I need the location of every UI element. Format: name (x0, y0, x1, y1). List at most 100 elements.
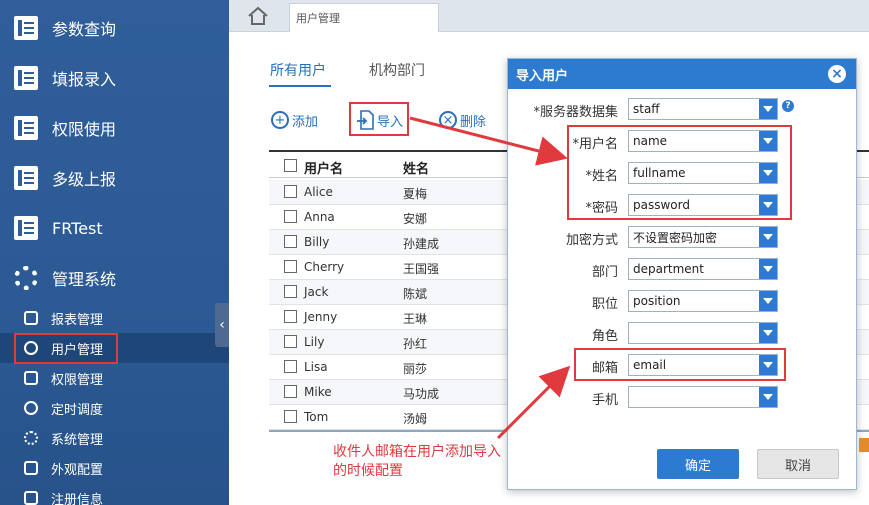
delete-label: 删除 (460, 114, 487, 130)
chevron-down-icon[interactable] (759, 259, 777, 279)
cell-fullname: 汤姆 (403, 412, 428, 426)
cell-username: Mike (304, 385, 332, 399)
field-label: 加密方式 (565, 233, 618, 248)
confirm-button[interactable]: 确定 (657, 449, 739, 479)
close-icon[interactable]: × (828, 65, 846, 83)
delete-button[interactable]: × 删除 (439, 110, 486, 130)
row-checkbox[interactable] (284, 310, 297, 323)
cancel-button[interactable]: 取消 (757, 449, 839, 479)
row-checkbox[interactable] (284, 385, 297, 398)
chevron-down-icon[interactable] (759, 227, 777, 247)
cell-username: Tom (304, 410, 329, 424)
sidebar-subitem-registration[interactable]: 注册信息 (0, 483, 229, 505)
home-tab[interactable] (229, 0, 286, 32)
sidebar-item-frtest[interactable]: FRTest (0, 203, 229, 253)
sidebar-item-label: 参数查询 (52, 20, 117, 39)
department-select[interactable]: department (628, 258, 778, 280)
permission-icon (24, 371, 38, 385)
sidebar-subitem-report-management[interactable]: 报表管理 (0, 303, 229, 333)
cell-username: Billy (304, 235, 330, 249)
row-checkbox[interactable] (284, 235, 297, 248)
tab-org-departments[interactable]: 机构部门 (369, 60, 425, 80)
sidebar-item-label: 多级上报 (52, 170, 117, 189)
mobile-select[interactable] (628, 386, 778, 408)
register-icon (24, 491, 38, 505)
add-button[interactable]: + 添加 (271, 110, 318, 130)
cell-username: Jack (304, 285, 329, 299)
chevron-down-icon[interactable] (759, 387, 777, 407)
chevron-down-icon[interactable] (759, 291, 777, 311)
field-value: staff (633, 102, 660, 116)
sidebar-subitem-permission-management[interactable]: 权限管理 (0, 363, 229, 393)
cell-fullname: 孙建成 (403, 237, 440, 251)
sidebar-subitem-label: 权限管理 (51, 372, 104, 388)
sidebar-item-label: 管理系统 (52, 270, 117, 289)
email-highlight-box (574, 348, 786, 381)
column-header-username: 用户名 (304, 162, 344, 177)
cell-fullname: 安娜 (403, 212, 428, 226)
field-row-department: 部门 department (508, 258, 856, 280)
cell-fullname: 陈斌 (403, 287, 428, 301)
field-row-dataset: *服务器数据集 staff ? (508, 98, 856, 120)
sidebar-item-permission-use[interactable]: 权限使用 (0, 103, 229, 153)
tab-all-users[interactable]: 所有用户 (270, 60, 326, 80)
row-checkbox[interactable] (284, 285, 297, 298)
row-checkbox[interactable] (284, 185, 297, 198)
add-label: 添加 (292, 114, 319, 130)
chevron-down-icon[interactable] (759, 323, 777, 343)
cell-username: Lisa (304, 360, 328, 374)
report-icon (14, 116, 38, 140)
sidebar-item-fill-entry[interactable]: 填报录入 (0, 53, 229, 103)
sidebar-item-management-system[interactable]: 管理系统 (0, 253, 229, 303)
row-checkbox[interactable] (284, 360, 297, 373)
sidebar-item-param-query[interactable]: 参数查询 (0, 3, 229, 53)
sidebar-subitem-system-management[interactable]: 系统管理 (0, 423, 229, 453)
tab-user-management[interactable]: 用户管理 (289, 3, 439, 32)
import-user-dialog: 导入用户 × *服务器数据集 staff ? *用户名 name *姓名 ful… (507, 58, 857, 490)
select-all-checkbox[interactable] (284, 159, 297, 172)
field-label: 职位 (591, 297, 618, 312)
field-label: 手机 (591, 393, 618, 408)
cell-username: Anna (304, 210, 335, 224)
row-checkbox[interactable] (284, 210, 297, 223)
sidebar-subitem-scheduling[interactable]: 定时调度 (0, 393, 229, 423)
chevron-down-icon[interactable] (759, 99, 777, 119)
home-icon (247, 6, 268, 25)
tab-bar: 用户管理 (229, 0, 869, 32)
column-header-fullname: 姓名 (403, 162, 430, 177)
role-select[interactable] (628, 322, 778, 344)
cell-fullname: 王国强 (403, 262, 440, 276)
cell-fullname: 孙红 (403, 337, 428, 351)
sidebar-item-label: 填报录入 (52, 70, 117, 89)
palette-icon (24, 461, 38, 475)
dataset-select[interactable]: staff (628, 98, 778, 120)
encryption-select[interactable]: 不设置密码加密 (628, 226, 778, 248)
annotation-text: 收件人邮箱在用户添加导入的时候配置 (333, 444, 501, 479)
sidebar-subitem-label: 定时调度 (51, 402, 104, 418)
sidebar-collapse-button[interactable]: ‹ (215, 303, 229, 347)
row-checkbox[interactable] (284, 335, 297, 348)
active-tab-underline (269, 85, 331, 87)
app-root: 参数查询 填报录入 权限使用 多级上报 FRTest 管理系统 报表管理 用户管… (0, 0, 869, 505)
field-label: 部门 (591, 265, 618, 280)
sidebar-subitem-label: 外观配置 (51, 462, 104, 478)
row-checkbox[interactable] (284, 260, 297, 273)
help-icon[interactable]: ? (782, 100, 794, 112)
cell-fullname: 夏梅 (403, 187, 428, 201)
sidebar-item-multilevel-report[interactable]: 多级上报 (0, 153, 229, 203)
cell-username: Cherry (304, 260, 345, 274)
sidebar-subitem-label: 系统管理 (51, 432, 104, 448)
sidebar: 参数查询 填报录入 权限使用 多级上报 FRTest 管理系统 报表管理 用户管… (0, 0, 229, 505)
position-select[interactable]: position (628, 290, 778, 312)
sidebar-item-label: FRTest (52, 218, 103, 238)
required-fields-highlight-box (567, 125, 792, 220)
cell-fullname: 王琳 (403, 312, 428, 326)
row-checkbox[interactable] (284, 410, 297, 423)
field-row-position: 职位 position (508, 290, 856, 312)
field-value: 不设置密码加密 (633, 230, 718, 245)
import-highlight-box (349, 102, 409, 136)
field-label: *服务器数据集 (533, 105, 618, 120)
sidebar-subitem-appearance[interactable]: 外观配置 (0, 453, 229, 483)
cell-fullname: 马功成 (403, 387, 440, 401)
report-icon (14, 66, 38, 90)
